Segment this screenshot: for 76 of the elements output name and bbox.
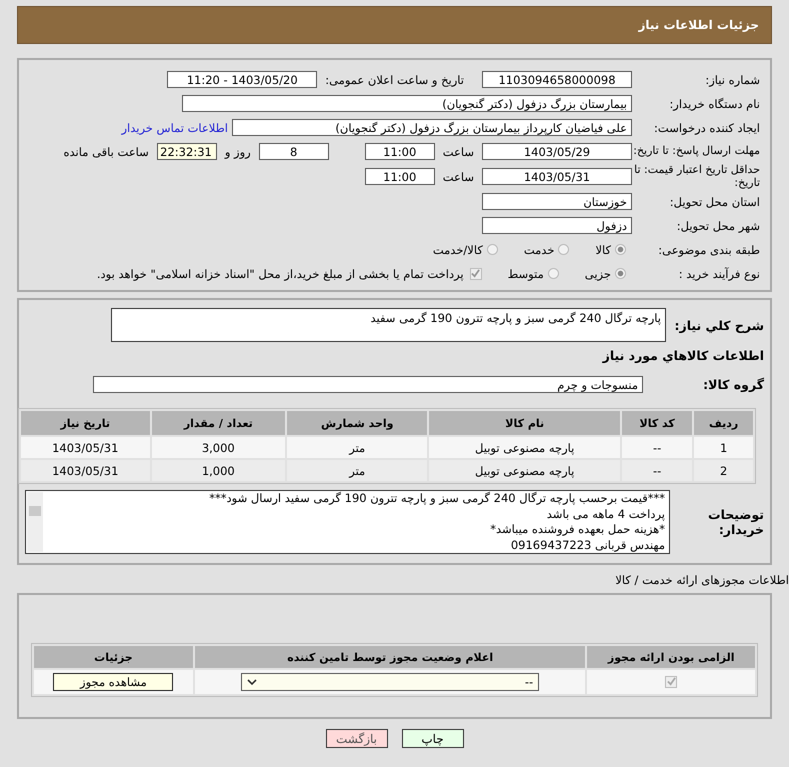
column-header: ردیف (694, 411, 753, 436)
table-cell: پارچه مصنوعی توبیل (429, 437, 620, 458)
section-title: اطلاعات کالاهاي مورد نياز (601, 348, 764, 364)
radio-button[interactable] (615, 244, 626, 256)
radio-label: کالا (594, 242, 611, 257)
table-cell: پارچه مصنوعی توبیل (429, 460, 620, 482)
radio-button[interactable] (486, 244, 498, 256)
checkbox[interactable] (470, 268, 482, 280)
table-cell: 1,000 (152, 460, 286, 482)
field-label: نوع فرآیند خرید : (678, 266, 761, 281)
time-field: 11:00 (364, 168, 435, 186)
scrollbar[interactable] (27, 492, 43, 552)
field-label: حداقل تاریخ اعتبار قیمت: تا تاریخ: (633, 164, 761, 190)
description-field: پارچه ترگال 240 گرمی سبز و پارچه تترون 190 گرمی سفید (111, 308, 666, 342)
radio-button[interactable] (558, 244, 570, 256)
time-field: 11:00 (364, 143, 435, 160)
field-label: شرح کلي نياز: (674, 318, 764, 333)
status-dropdown[interactable]: -- (241, 673, 540, 692)
section-title: اطلاعات مجوزهای ارائه خدمت / کالا (614, 573, 789, 588)
column-header: اعلام وضعیت مجوز توسط تامین کننده (194, 646, 586, 668)
days-field: 8 (258, 143, 329, 160)
table-cell: متر (287, 437, 428, 458)
radio-button[interactable] (615, 268, 626, 280)
field-label: طبقه بندی موضوعی: (657, 242, 761, 257)
city-field: دزفول (482, 217, 632, 234)
field-label: استان محل تحویل: (668, 194, 761, 209)
table-cell: 1403/05/31 (21, 437, 150, 458)
field-label: شماره نیاز: (704, 72, 761, 86)
column-header: واحد شمارش (287, 411, 428, 436)
remaining-time-field: 22:32:31 (156, 143, 217, 160)
field-label: شهر محل تحویل: (676, 218, 761, 233)
print-button[interactable]: چاپ (402, 729, 464, 748)
field-label: نام دستگاه خریدار: (668, 96, 761, 110)
time-label: ساعت (442, 170, 475, 184)
field-label: توضیحات خریدار: (707, 507, 764, 538)
field-label: مهلت ارسال پاسخ: تا تاریخ: (632, 145, 761, 158)
creator-field: علی فیاضیان کارپرداز بیمارستان بزرگ دزفول (دکتر گنجویان) (232, 119, 632, 136)
goods-group-field: منسوجات و چرم (93, 376, 643, 394)
chevron-down-icon (247, 678, 258, 686)
page-title: جزئیات اطلاعات نیاز (638, 18, 759, 32)
column-header: تعداد / مقدار (152, 411, 286, 436)
announce-date-field: 1403/05/20 - 11:20 (167, 71, 318, 88)
date-field: 1403/05/31 (482, 168, 632, 186)
days-label: روز و (223, 144, 252, 158)
date-field: 1403/05/29 (482, 143, 632, 160)
buyer-contact-link[interactable]: اطلاعات تماس خریدار (121, 120, 232, 134)
table-cell: متر (287, 460, 428, 482)
column-header: نام کالا (429, 411, 620, 436)
checkbox[interactable] (665, 676, 678, 688)
table-cell: 3,000 (152, 437, 286, 458)
radio-label: خدمت (522, 242, 554, 257)
need-number-field: 1103094658000098 (482, 71, 632, 88)
payment-note: پرداخت تمام یا بخشی از مبلغ خرید،از محل "اسناد خزانه اسلامی" خواهد بود. (96, 266, 464, 281)
table-cell: -- (622, 460, 692, 482)
radio-label: متوسط (506, 266, 544, 281)
table-cell: 1 (694, 437, 753, 458)
view-permit-button[interactable]: مشاهده مجوز (53, 673, 174, 692)
column-header: کد کالا (622, 411, 692, 436)
radio-button[interactable] (548, 268, 559, 280)
column-header: جزئیات (34, 646, 193, 668)
field-label: ایجاد کننده درخواست: (653, 120, 761, 134)
remaining-label: ساعت باقی مانده (62, 144, 150, 158)
radio-label: کالا/خدمت (432, 242, 483, 257)
buyer-name-field: بیمارستان بزرگ دزفول (دکتر گنجویان) (182, 95, 632, 112)
province-field: خوزستان (482, 193, 632, 210)
time-label: ساعت (442, 144, 475, 158)
column-header: الزامی بودن ارائه مجوز (587, 646, 755, 668)
radio-label: جزیی (584, 266, 611, 281)
back-button[interactable]: بازگشت (326, 729, 388, 748)
field-label: تاریخ و ساعت اعلان عمومی: (324, 72, 465, 86)
table-cell: -- (622, 437, 692, 458)
table-cell: 1403/05/31 (21, 460, 150, 482)
table-cell: 2 (694, 460, 753, 482)
column-header: تاریخ نیاز (21, 411, 150, 436)
field-label: گروه کالا: (702, 377, 764, 392)
buyer-notes-field: ***قیمت برحسب پارچه ترگال 240 گرمی سبز و پارچه تترون 190 گرمی سفید ارسال شود*** پرداخت 4 ماهه می باشد *هزینه حمل بعهده فروشنده میباشد* مهندس قربانی 09169437223 (25, 490, 670, 554)
